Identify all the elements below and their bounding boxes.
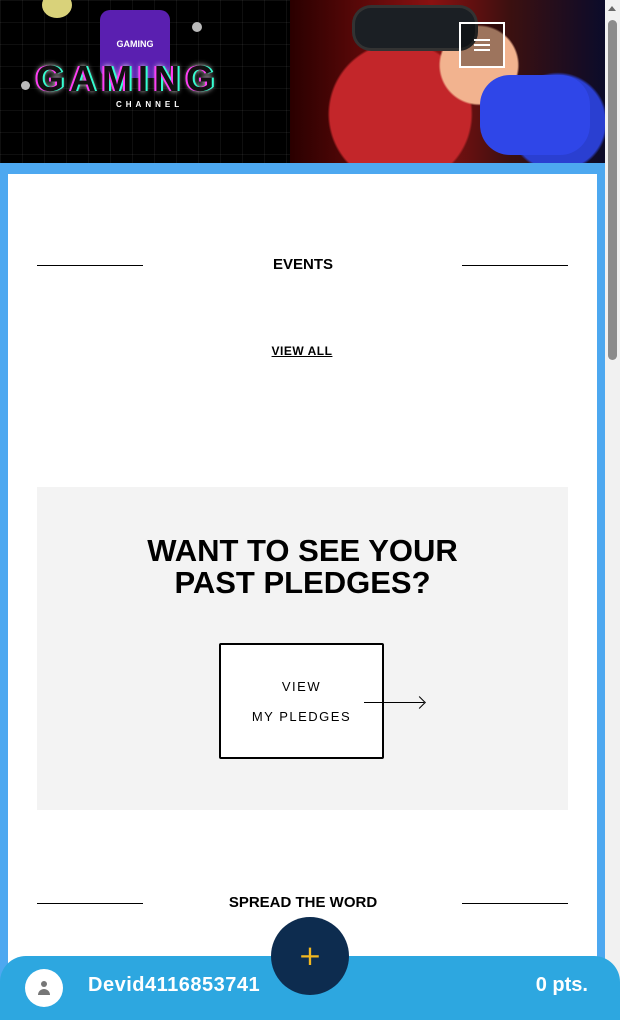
divider-left: [37, 265, 143, 266]
avatar[interactable]: [25, 969, 63, 1007]
past-pledges-heading: WANT TO SEE YOUR PAST PLEDGES?: [37, 535, 568, 599]
events-title: EVENTS: [272, 256, 333, 273]
logo-text: GAMING: [116, 39, 154, 49]
controller-graphic: [480, 75, 590, 155]
divider-right: [462, 265, 568, 266]
vertical-scrollbar[interactable]: [605, 0, 620, 1020]
main-content-card: EVENTS VIEW ALL WANT TO SEE YOUR PAST PL…: [8, 174, 597, 1020]
decor-dot: [21, 81, 30, 90]
hamburger-icon: [474, 39, 490, 51]
brand-subtitle: CHANNEL: [116, 100, 184, 109]
menu-button[interactable]: [459, 22, 505, 68]
view-all-events-link[interactable]: VIEW ALL: [270, 344, 334, 358]
header-banner: GAMING GAMING CHANNEL: [0, 0, 605, 163]
scroll-up-icon[interactable]: [608, 6, 616, 11]
arrow-right-icon: [364, 702, 424, 703]
vr-headset-graphic: [355, 8, 475, 48]
add-fab-button[interactable]: +: [271, 917, 349, 995]
user-icon: [41, 981, 47, 987]
plus-icon: +: [298, 939, 322, 972]
user-icon-body: [38, 989, 50, 995]
divider-right: [462, 903, 568, 904]
button-line-1: VIEW: [281, 679, 322, 694]
heading-line-2: PAST PLEDGES?: [174, 565, 431, 600]
heading-line-1: WANT TO SEE YOUR: [147, 533, 458, 568]
divider-left: [37, 903, 143, 904]
scrollbar-thumb[interactable]: [608, 20, 617, 360]
spread-the-word-title: SPREAD THE WORD: [228, 894, 378, 911]
button-line-2: MY PLEDGES: [251, 709, 352, 724]
points-counter: 0 pts.: [535, 974, 588, 996]
past-pledges-panel: WANT TO SEE YOUR PAST PLEDGES? VIEW MY P…: [37, 487, 568, 810]
view-my-pledges-button[interactable]: VIEW MY PLEDGES: [219, 643, 424, 759]
username: Devid4116853741: [88, 974, 261, 996]
brand-title: GAMING: [36, 58, 220, 99]
decor-dot: [192, 22, 202, 32]
